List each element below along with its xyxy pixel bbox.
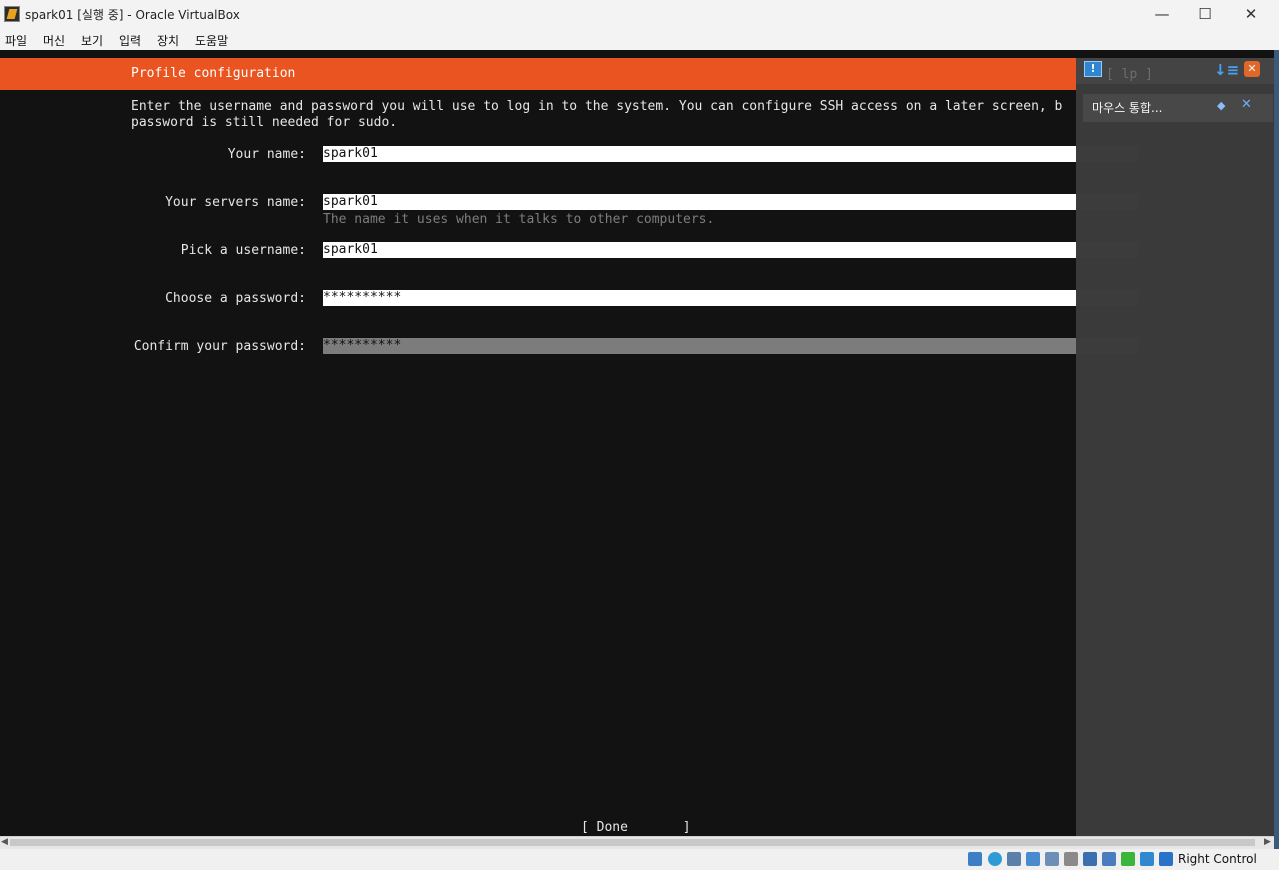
- username-label: Pick a username:: [180, 243, 306, 258]
- notification-message[interactable]: 마우스 통합... ◆ ✕: [1083, 94, 1273, 122]
- menu-bar: 파일 머신 보기 입력 장치 도움말: [0, 29, 1279, 51]
- notification-toolbar: ! [ lp ] ↓≡ ✕: [1076, 58, 1274, 84]
- servers-name-field[interactable]: spark01: [323, 194, 1076, 210]
- username-field[interactable]: spark01: [323, 242, 1076, 258]
- virtualbox-app-icon: [4, 6, 20, 22]
- host-key-label: Right Control: [1178, 852, 1257, 866]
- network-icon[interactable]: [1026, 852, 1040, 866]
- notification-icon[interactable]: !: [1084, 61, 1102, 77]
- sort-icon[interactable]: ↓≡: [1214, 61, 1239, 79]
- desktop-edge: [1274, 50, 1279, 850]
- installer-header-title: Profile configuration: [131, 66, 296, 81]
- shared-folder-icon[interactable]: [1064, 852, 1078, 866]
- window-titlebar[interactable]: spark01 [실행 중] - Oracle VirtualBox — ☐ ✕: [0, 0, 1279, 29]
- audio-icon[interactable]: [1007, 852, 1021, 866]
- close-notification-icon[interactable]: ✕: [1241, 97, 1252, 112]
- status-bar: Right Control: [0, 849, 1279, 870]
- menu-input[interactable]: 입력: [119, 32, 141, 49]
- maximize-button[interactable]: ☐: [1182, 0, 1228, 29]
- minimize-button[interactable]: —: [1139, 0, 1185, 29]
- horizontal-scrollbar[interactable]: ◀ ▶: [0, 836, 1274, 849]
- done-button[interactable]: [ Done ]: [581, 820, 691, 835]
- scroll-left-icon[interactable]: ◀: [1, 837, 8, 847]
- scrollbar-thumb[interactable]: [10, 839, 1255, 846]
- keyboard-capture-icon[interactable]: [1159, 852, 1173, 866]
- cpu-icon[interactable]: [1121, 852, 1135, 866]
- servers-name-hint: The name it uses when it talks to other …: [323, 212, 715, 227]
- notification-center[interactable]: ! [ lp ] ↓≡ ✕ 마우스 통합... ◆ ✕: [1076, 58, 1274, 848]
- servers-name-label: Your servers name:: [165, 195, 306, 210]
- password-label: Choose a password:: [165, 291, 306, 306]
- your-name-label: Your name:: [227, 147, 306, 162]
- password-field[interactable]: **********: [323, 290, 1076, 306]
- window-title: spark01 [실행 중] - Oracle VirtualBox: [25, 8, 240, 22]
- notification-message-text: 마우스 통합...: [1092, 101, 1163, 115]
- usb-icon[interactable]: [1045, 852, 1059, 866]
- hard-disk-icon[interactable]: [968, 852, 982, 866]
- scroll-right-icon[interactable]: ▶: [1264, 837, 1271, 847]
- menu-help[interactable]: 도움말: [195, 32, 228, 49]
- confirm-password-field[interactable]: **********: [323, 338, 1076, 354]
- optical-drive-icon[interactable]: [988, 852, 1002, 866]
- installer-intro-text: Enter the username and password you will…: [131, 99, 1063, 130]
- menu-machine[interactable]: 머신: [43, 32, 65, 49]
- mouse-integration-icon[interactable]: [1140, 852, 1154, 866]
- close-button[interactable]: ✕: [1228, 0, 1274, 29]
- expand-icon[interactable]: ◆: [1217, 99, 1225, 112]
- menu-file[interactable]: 파일: [5, 32, 27, 49]
- your-name-field[interactable]: spark01: [323, 146, 1076, 162]
- display-icon[interactable]: [1083, 852, 1097, 866]
- confirm-password-label: Confirm your password:: [133, 339, 306, 354]
- header-ghost-text: [ lp ]: [1106, 67, 1153, 82]
- hide-notifications-icon[interactable]: ✕: [1244, 61, 1260, 77]
- menu-devices[interactable]: 장치: [157, 32, 179, 49]
- recording-icon[interactable]: [1102, 852, 1116, 866]
- menu-view[interactable]: 보기: [81, 32, 103, 49]
